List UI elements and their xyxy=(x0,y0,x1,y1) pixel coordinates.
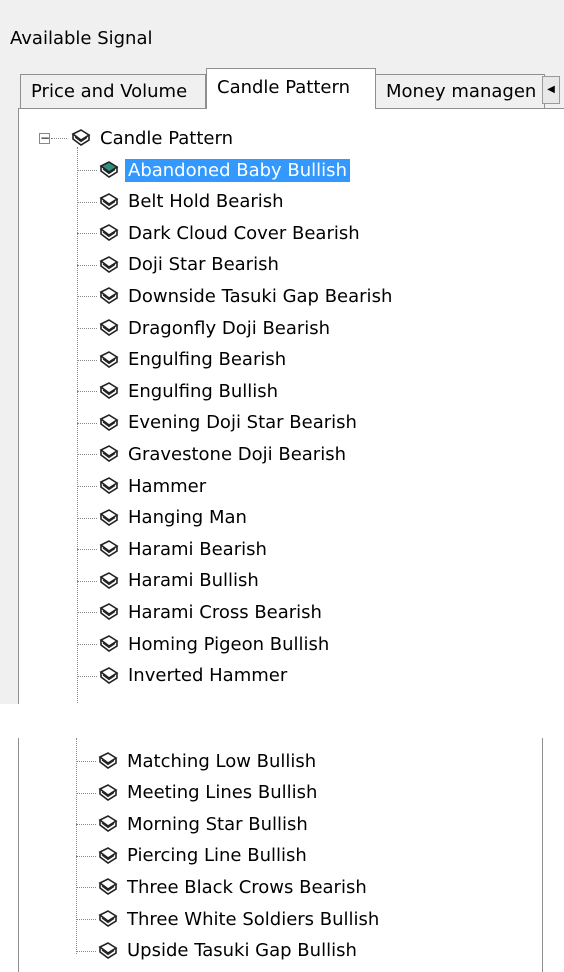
available-signal-label: Available Signal xyxy=(10,28,153,49)
book-icon xyxy=(99,508,119,526)
book-icon xyxy=(99,635,119,652)
tree-item[interactable]: Downside Tasuki Gap Bearish xyxy=(99,281,395,311)
tree-item-label: Piercing Line Bullish xyxy=(127,845,307,867)
tree-item-label: Inverted Hammer xyxy=(128,665,288,687)
tab-scroll-left-button[interactable]: ◀ xyxy=(542,76,560,104)
book-icon xyxy=(99,603,119,621)
tree-view[interactable]: − Candle Pattern Abandoned Baby Bullish B… xyxy=(18,108,564,704)
book-icon xyxy=(98,941,118,959)
tree-item[interactable]: Homing Pigeon Bullish xyxy=(99,629,332,659)
collapse-toggle-icon[interactable]: − xyxy=(39,132,50,144)
book-icon xyxy=(99,224,119,242)
tree-item[interactable]: Piercing Line Bullish xyxy=(98,841,310,871)
tree-item[interactable]: Morning Star Bullish xyxy=(98,809,311,839)
tree-item-label: Matching Low Bullish xyxy=(127,750,317,772)
tree-item-label: Hanging Man xyxy=(128,507,247,529)
tab-money-management[interactable]: Money managen xyxy=(375,74,545,108)
tree-item[interactable]: Abandoned Baby Bullish xyxy=(99,155,350,185)
book-icon xyxy=(99,666,119,684)
tree-item[interactable]: Hanging Man xyxy=(99,503,250,533)
book-icon xyxy=(98,752,118,769)
book-icon xyxy=(98,783,118,801)
book-icon xyxy=(99,382,119,400)
tree-item-label: Meeting Lines Bullish xyxy=(127,782,318,804)
tree-item[interactable]: Harami Cross Bearish xyxy=(99,597,325,627)
tree-item-label: Belt Hold Bearish xyxy=(128,191,284,213)
tree-view-continued[interactable]: Matching Low Bullish Meeting Lines Bullis… xyxy=(0,738,564,972)
tree-item-label: Dark Cloud Cover Bearish xyxy=(128,222,360,244)
book-icon xyxy=(99,319,119,336)
tree-item-label: Three Black Crows Bearish xyxy=(127,876,367,898)
tab-candle-pattern[interactable]: Candle Pattern xyxy=(206,68,376,109)
tree-item-label: Hammer xyxy=(128,475,207,497)
tree-item[interactable]: Dark Cloud Cover Bearish xyxy=(99,218,363,248)
book-icon xyxy=(99,255,119,273)
tree-item-label: Engulfing Bullish xyxy=(128,380,279,402)
tree-item-label: Abandoned Baby Bullish xyxy=(125,158,350,182)
tree-item-label: Engulfing Bearish xyxy=(128,349,287,371)
tree-item-label: Gravestone Doji Bearish xyxy=(128,443,346,465)
book-icon xyxy=(98,846,118,864)
tree-item[interactable]: Matching Low Bullish xyxy=(98,746,319,776)
tree-item[interactable]: Meeting Lines Bullish xyxy=(98,778,320,808)
tree-root-item[interactable]: Candle Pattern xyxy=(71,123,236,153)
book-icon xyxy=(99,192,119,210)
book-open-icon xyxy=(99,161,119,178)
book-icon xyxy=(71,129,91,146)
tree-item[interactable]: Three Black Crows Bearish xyxy=(98,872,370,902)
tree-item[interactable]: Gravestone Doji Bearish xyxy=(99,439,349,469)
tree-item[interactable]: Belt Hold Bearish xyxy=(99,187,287,217)
tree-item-label: Doji Star Bearish xyxy=(128,254,279,276)
signal-panel: Available Signal Price and Volume Candle… xyxy=(0,0,564,704)
tree-item-label: Evening Doji Star Bearish xyxy=(128,412,357,434)
tree-item-label: Harami Cross Bearish xyxy=(128,601,322,623)
tab-price-and-volume[interactable]: Price and Volume xyxy=(20,74,206,108)
tree-item-label: Downside Tasuki Gap Bearish xyxy=(128,285,393,307)
tab-strip: Price and Volume Candle Pattern Money ma… xyxy=(20,68,564,109)
book-icon xyxy=(98,815,118,833)
tree-item[interactable]: Engulfing Bearish xyxy=(99,345,289,375)
tree-item[interactable]: Harami Bullish xyxy=(99,566,262,596)
tree-item[interactable]: Three White Soldiers Bullish xyxy=(98,904,382,934)
book-icon xyxy=(98,878,118,896)
book-icon xyxy=(99,287,119,305)
tree-item[interactable]: Engulfing Bullish xyxy=(99,376,281,406)
tree-root-label: Candle Pattern xyxy=(100,127,233,149)
tree-item[interactable]: Inverted Hammer xyxy=(99,661,290,691)
book-icon xyxy=(99,540,119,558)
tree-item-label: Homing Pigeon Bullish xyxy=(128,633,330,655)
book-icon xyxy=(99,413,119,431)
tree-item[interactable]: Harami Bearish xyxy=(99,534,270,564)
tree-item-label: Upside Tasuki Gap Bullish xyxy=(127,940,357,962)
tree-item[interactable]: Evening Doji Star Bearish xyxy=(99,408,360,438)
tree-item-label: Harami Bullish xyxy=(128,570,259,592)
tree-item[interactable]: Hammer xyxy=(99,471,209,501)
tree-item[interactable]: Dragonfly Doji Bearish xyxy=(99,313,333,343)
tree-item-label: Three White Soldiers Bullish xyxy=(127,908,380,930)
book-icon xyxy=(99,350,119,368)
tree-item[interactable]: Upside Tasuki Gap Bullish xyxy=(98,936,360,966)
tree-item[interactable]: Doji Star Bearish xyxy=(99,250,282,280)
tree-item-label: Morning Star Bullish xyxy=(127,813,308,835)
book-icon xyxy=(99,477,119,494)
book-icon xyxy=(99,445,119,463)
tree-item-label: Dragonfly Doji Bearish xyxy=(128,317,331,339)
tree-item-label: Harami Bearish xyxy=(128,538,267,560)
book-icon xyxy=(98,910,118,927)
book-icon xyxy=(99,571,119,589)
